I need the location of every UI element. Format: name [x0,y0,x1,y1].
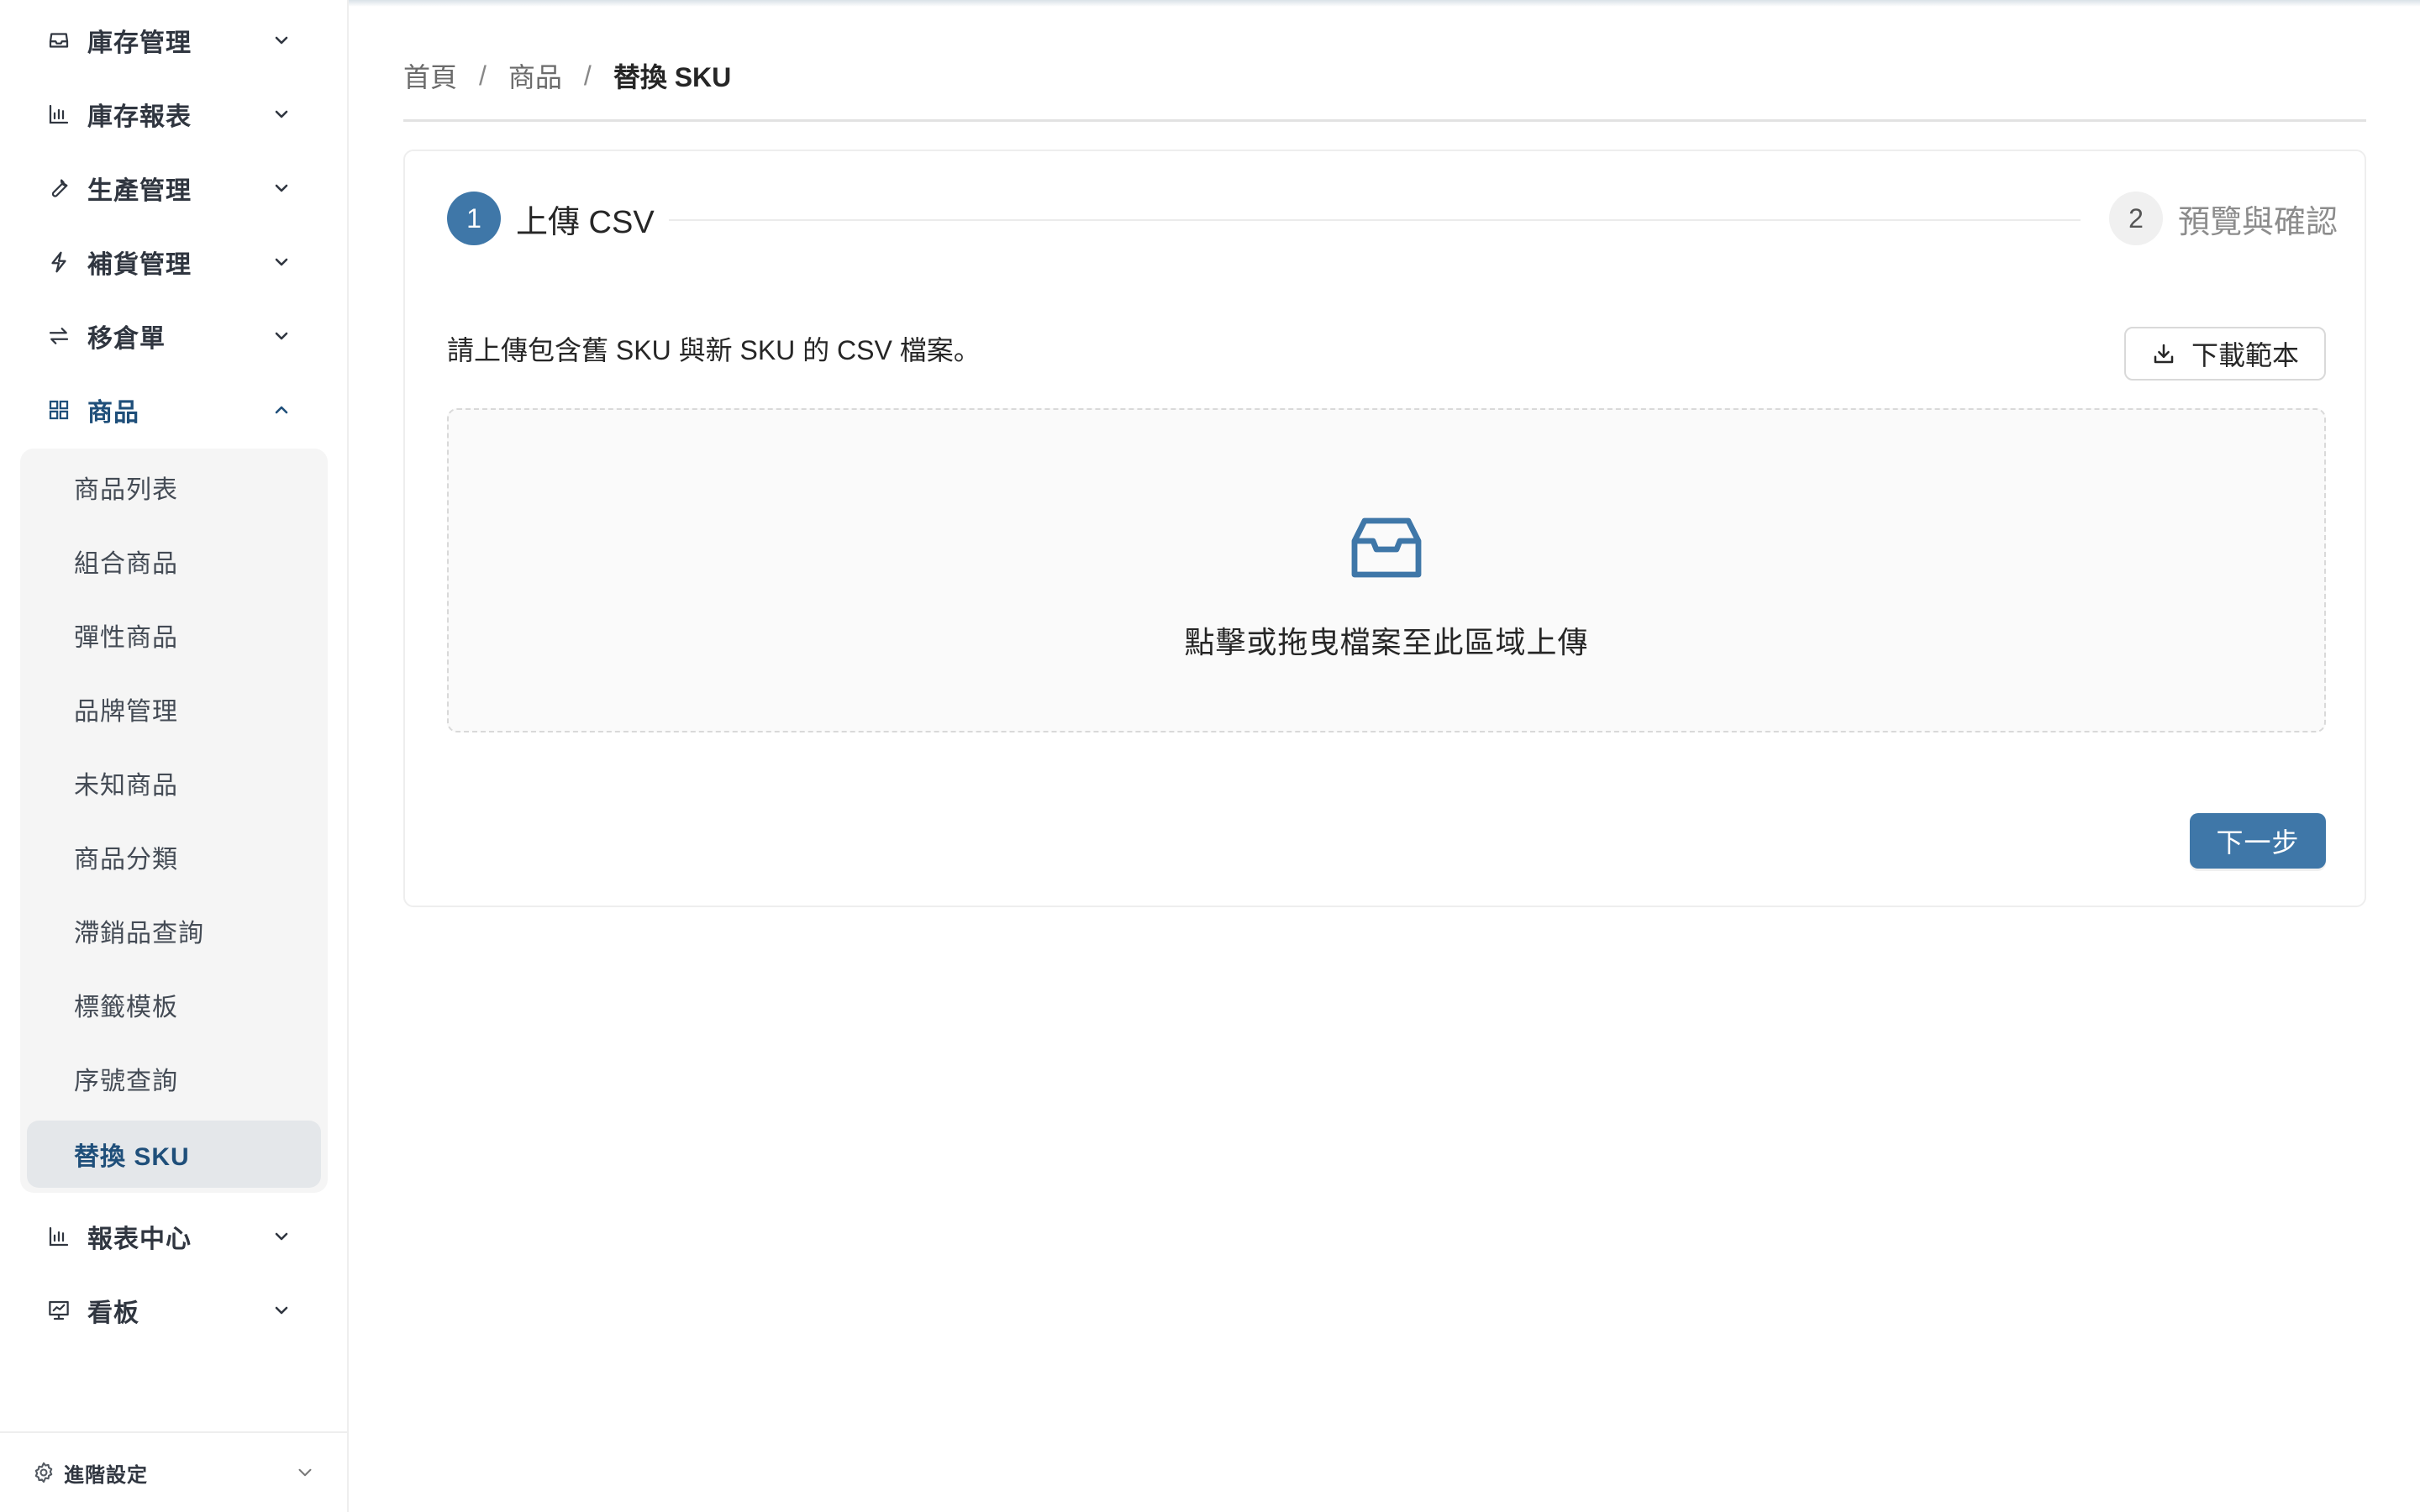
swap-icon [46,323,71,349]
wrench-icon [46,176,71,201]
next-step-button[interactable]: 下一步 [2190,813,2326,869]
breadcrumb: 首頁 / 商品 / 替換 SKU [403,52,731,99]
inbox-icon [46,28,71,53]
menu-item-production-management[interactable]: 生產管理 [0,151,347,225]
menu-label: 庫存報表 [87,103,192,131]
submenu-label: 商品列表 [74,476,178,504]
menu-item-products[interactable]: 商品 [0,373,347,447]
submenu-label: 彈性商品 [74,624,178,652]
breadcrumb-current: 替換 SKU [613,62,732,92]
menu-label: 生產管理 [87,177,192,205]
submenu-label: 標籤模板 [74,994,178,1021]
submenu-item-unknown-products[interactable]: 未知商品 [27,749,321,816]
submenu-item-slow-moving-query[interactable]: 滯銷品查詢 [27,897,321,964]
breadcrumb-separator: / [583,60,592,91]
step-preview-confirm: 2 預覽與確認 [2109,192,2338,245]
submenu-item-label-templates[interactable]: 標籤模板 [27,971,321,1038]
replace-sku-card: 1 上傳 CSV 2 預覽與確認 請上傳包含舊 SKU 與新 SKU 的 CSV… [403,150,2366,907]
header-shadow [349,0,2420,7]
menu-label: 補貨管理 [87,251,192,279]
inbox-icon [1351,517,1422,578]
breadcrumb-divider [403,119,2366,122]
submenu-label: 序號查詢 [74,1068,178,1095]
lightning-icon [46,249,71,275]
advanced-settings-label: 進階設定 [64,1463,148,1487]
breadcrumb-separator: / [479,60,487,91]
submenu-label: 組合商品 [74,550,178,578]
file-dropzone[interactable]: 點擊或拖曳檔案至此區域上傳 [447,408,2326,732]
submenu-item-flexible-products[interactable]: 彈性商品 [27,601,321,669]
submenu-label: 品牌管理 [74,698,178,726]
chevron-down-icon [267,248,296,276]
submenu-item-replace-sku[interactable]: 替換 SKU [27,1121,321,1188]
step-number: 1 [447,192,501,245]
advanced-settings[interactable]: 進階設定 [0,1431,347,1512]
next-step-label: 下一步 [2216,827,2300,858]
grid-icon [46,397,71,423]
menu-item-inventory-management[interactable]: 庫存管理 [0,3,347,77]
submenu-item-serial-query[interactable]: 序號查詢 [27,1045,321,1112]
menu-label: 看板 [87,1299,139,1327]
gear-icon [34,1462,53,1483]
submenu-item-product-list[interactable]: 商品列表 [27,454,321,521]
breadcrumb-products[interactable]: 商品 [508,56,562,95]
products-submenu: 商品列表 組合商品 彈性商品 品牌管理 未知商品 商品分類 滯銷品查詢 標籤模板… [20,449,328,1193]
bar-chart-icon [46,102,71,127]
download-icon [2154,344,2174,364]
step-connector [669,219,2081,221]
bar-chart-icon [46,1224,71,1249]
chevron-down-icon [267,100,296,129]
submenu-item-brand-management[interactable]: 品牌管理 [27,675,321,743]
step-number: 2 [2109,192,2163,245]
submenu-item-product-categories[interactable]: 商品分類 [27,823,321,890]
menu-item-replenishment-management[interactable]: 補貨管理 [0,225,347,299]
menu-label: 報表中心 [87,1226,192,1253]
step-title: 上傳 CSV [516,204,655,240]
submenu-label: 未知商品 [74,772,178,800]
menu-item-dashboard[interactable]: 看板 [0,1273,347,1347]
dropzone-text: 點擊或拖曳檔案至此區域上傳 [1184,625,1589,659]
chevron-down-icon [298,1468,312,1477]
step-upload-csv: 1 上傳 CSV [447,192,655,245]
chevron-down-icon [267,26,296,55]
chevron-down-icon [267,1296,296,1325]
upload-instruction: 請上傳包含舊 SKU 與新 SKU 的 CSV 檔案。 [447,335,981,365]
menu-label: 商品 [87,399,139,427]
sidebar: 庫存管理 庫存報表 生產管理 補貨管理 移倉單 商品 商品列表 組合商品 彈性商… [0,0,349,1512]
download-template-button[interactable]: 下載範本 [2124,327,2326,381]
menu-label: 移倉單 [87,325,166,353]
menu-item-transfer-order[interactable]: 移倉單 [0,299,347,373]
chevron-down-icon [267,1222,296,1251]
menu-label: 庫存管理 [87,29,192,57]
submenu-label: 商品分類 [74,846,178,874]
submenu-item-bundle-products[interactable]: 組合商品 [27,528,321,595]
submenu-label: 滯銷品查詢 [74,920,204,948]
download-template-label: 下載範本 [2191,340,2299,370]
menu-item-report-center[interactable]: 報表中心 [0,1200,347,1273]
chevron-down-icon [267,174,296,202]
submenu-label: 替換 SKU [74,1143,190,1171]
dashboard-icon [46,1298,71,1323]
chevron-up-icon [267,396,296,424]
menu-item-inventory-report[interactable]: 庫存報表 [0,77,347,151]
breadcrumb-home[interactable]: 首頁 [403,56,457,95]
chevron-down-icon [267,322,296,350]
step-title: 預覽與確認 [2178,204,2338,240]
